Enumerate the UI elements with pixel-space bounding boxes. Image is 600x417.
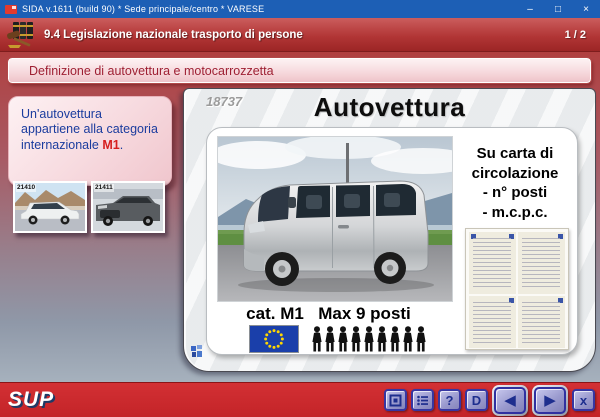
statement-highlight: M1: [102, 138, 119, 152]
registration-note: Su carta di circolazione - n° posti - m.…: [457, 144, 573, 222]
person-row: [311, 326, 427, 352]
dictionary-button[interactable]: D: [465, 389, 488, 411]
lesson-header: 9.4 Legislazione nazionale trasporto di …: [0, 18, 600, 52]
maximize-button[interactable]: □: [544, 0, 572, 18]
sida-watermark-icon: [190, 344, 203, 364]
index-list-icon: [416, 394, 429, 407]
minimize-button[interactable]: –: [516, 0, 544, 18]
thumbnail-row: 21410 21411: [13, 181, 165, 233]
next-button-frame: ▶: [532, 385, 568, 416]
person-icon: [311, 326, 323, 352]
person-icon: [363, 326, 375, 352]
index-button[interactable]: [411, 389, 434, 411]
topic-strip: Definizione di autovettura e motocarrozz…: [8, 58, 591, 83]
thumbnail-id: 21411: [94, 184, 114, 192]
window-title: SIDA v.1611 (build 90) * Sede principale…: [22, 4, 264, 14]
help-button[interactable]: ?: [438, 389, 461, 411]
eu-flag-icon: [249, 325, 299, 353]
close-window-button[interactable]: ×: [572, 0, 600, 18]
thumbnail-sedan[interactable]: 21411: [91, 181, 165, 233]
person-icon: [337, 326, 349, 352]
doc-quadrant: [469, 232, 516, 294]
lesson-title: 9.4 Legislazione nazionale trasporto di …: [44, 29, 303, 41]
doc-quadrant: [518, 232, 565, 294]
sup-logo: SUP: [8, 388, 54, 412]
sida-logo-icon: [5, 5, 17, 14]
doc-quadrant: [469, 296, 516, 348]
person-icon: [376, 326, 388, 352]
person-icon: [402, 326, 414, 352]
doc-quadrant: [518, 296, 565, 348]
previous-button[interactable]: ◀: [494, 387, 526, 414]
footer-bar: SUP ? D ◀ ▶ x: [0, 382, 600, 417]
thumbnail-id: 21410: [16, 184, 36, 192]
window-controls: – □ ×: [516, 0, 600, 18]
sida-app-window: SIDA v.1611 (build 90) * Sede principale…: [0, 0, 600, 417]
thumbnail-wagon[interactable]: 21410: [13, 181, 87, 233]
slide-view-button[interactable]: [384, 389, 407, 411]
previous-button-frame: ◀: [492, 385, 528, 416]
person-icon: [415, 326, 427, 352]
gavel-books-icon: [6, 21, 36, 49]
person-icon: [389, 326, 401, 352]
page-indicator: 1 / 2: [565, 29, 586, 41]
slide-content-card: Su carta di circolazione - n° posti - m.…: [206, 127, 578, 355]
exit-button[interactable]: x: [572, 389, 595, 411]
person-icon: [350, 326, 362, 352]
minibus-photo: [217, 136, 453, 302]
titlebar: SIDA v.1611 (build 90) * Sede principale…: [0, 0, 600, 18]
statement-text: Un'autovettura appartiene alla categoria…: [21, 107, 158, 152]
next-button[interactable]: ▶: [534, 387, 566, 414]
person-icon: [324, 326, 336, 352]
slide-view-icon: [389, 394, 402, 407]
capacity-label: Max 9 posti: [297, 304, 432, 324]
registration-document: [465, 228, 569, 350]
statement-box: Un'autovettura appartiene alla categoria…: [8, 96, 172, 186]
slide-title: Autovettura: [184, 92, 595, 123]
statement-suffix: .: [120, 138, 123, 152]
footer-buttons: ? D ◀ ▶ x: [384, 385, 595, 416]
topic-title: Definizione di autovettura e motocarrozz…: [29, 64, 274, 78]
slide-card: 18737 Autovettura: [183, 88, 596, 372]
